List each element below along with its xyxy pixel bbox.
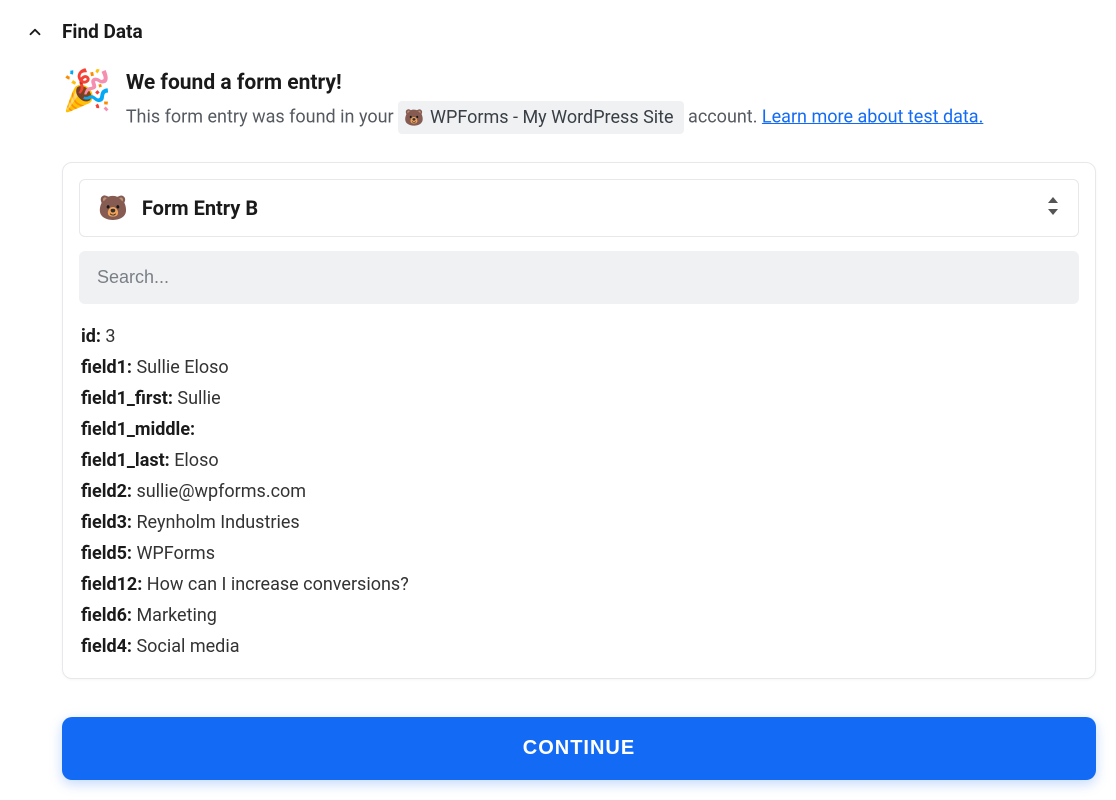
field-row: field12: How can I increase conversions? <box>81 570 1077 601</box>
field-value: How can I increase conversions? <box>142 574 408 595</box>
field-row: field1: Sullie Eloso <box>81 353 1077 384</box>
field-key: field12: <box>81 574 142 595</box>
wpforms-icon: 🐻 <box>404 106 424 130</box>
updown-icon <box>1046 197 1060 219</box>
found-banner: 🎉 We found a form entry! This form entry… <box>20 71 1096 134</box>
party-popper-icon: 🎉 <box>62 71 112 111</box>
chevron-up-icon[interactable] <box>26 23 44 41</box>
field-row: field5: WPForms <box>81 539 1077 570</box>
account-pill: 🐻 WPForms - My WordPress Site <box>398 101 683 134</box>
field-value: 3 <box>101 326 116 347</box>
section-header: Find Data <box>20 20 1096 43</box>
found-subtext: This form entry was found in your 🐻 WPFo… <box>126 101 984 134</box>
field-value: sullie@wpforms.com <box>132 481 306 502</box>
field-key: field4: <box>81 636 132 657</box>
field-row: field1_last: Eloso <box>81 446 1077 477</box>
field-row: field6: Marketing <box>81 601 1077 632</box>
found-suffix: account. <box>688 106 762 127</box>
field-value: Sullie Eloso <box>132 357 229 378</box>
field-key: field2: <box>81 481 132 502</box>
field-value: WPForms <box>132 543 215 564</box>
field-list: id: 3field1: Sullie Elosofield1_first: S… <box>79 322 1079 662</box>
field-row: field2: sullie@wpforms.com <box>81 477 1077 508</box>
account-name: WPForms - My WordPress Site <box>430 104 674 131</box>
found-prefix: This form entry was found in your <box>126 106 398 127</box>
continue-button[interactable]: CONTINUE <box>62 717 1096 780</box>
field-key: field3: <box>81 512 132 533</box>
field-value: Eloso <box>170 450 219 471</box>
field-key: id: <box>81 326 101 347</box>
field-key: field5: <box>81 543 132 564</box>
field-row: id: 3 <box>81 322 1077 353</box>
field-value: Marketing <box>132 605 217 626</box>
found-text: We found a form entry! This form entry w… <box>126 71 984 134</box>
entry-card: 🐻 Form Entry B id: 3field1: Sullie Eloso… <box>62 162 1096 679</box>
entry-label: Form Entry B <box>142 196 258 220</box>
field-value: Social media <box>132 636 240 657</box>
field-row: field4: Social media <box>81 632 1077 663</box>
field-key: field1_middle: <box>81 419 195 440</box>
learn-more-link[interactable]: Learn more about test data. <box>762 106 983 127</box>
field-row: field1_first: Sullie <box>81 384 1077 415</box>
section-title: Find Data <box>62 20 143 43</box>
field-key: field1_first: <box>81 388 173 409</box>
field-row: field3: Reynholm Industries <box>81 508 1077 539</box>
field-key: field6: <box>81 605 132 626</box>
field-value: Reynholm Industries <box>132 512 300 533</box>
search-input[interactable] <box>79 251 1079 304</box>
field-key: field1_last: <box>81 450 170 471</box>
found-heading: We found a form entry! <box>126 71 984 95</box>
field-row: field1_middle: <box>81 415 1077 446</box>
field-key: field1: <box>81 357 132 378</box>
form-entry-icon: 🐻 <box>98 194 128 222</box>
field-value: Sullie <box>173 388 221 409</box>
entry-selector[interactable]: 🐻 Form Entry B <box>79 179 1079 237</box>
